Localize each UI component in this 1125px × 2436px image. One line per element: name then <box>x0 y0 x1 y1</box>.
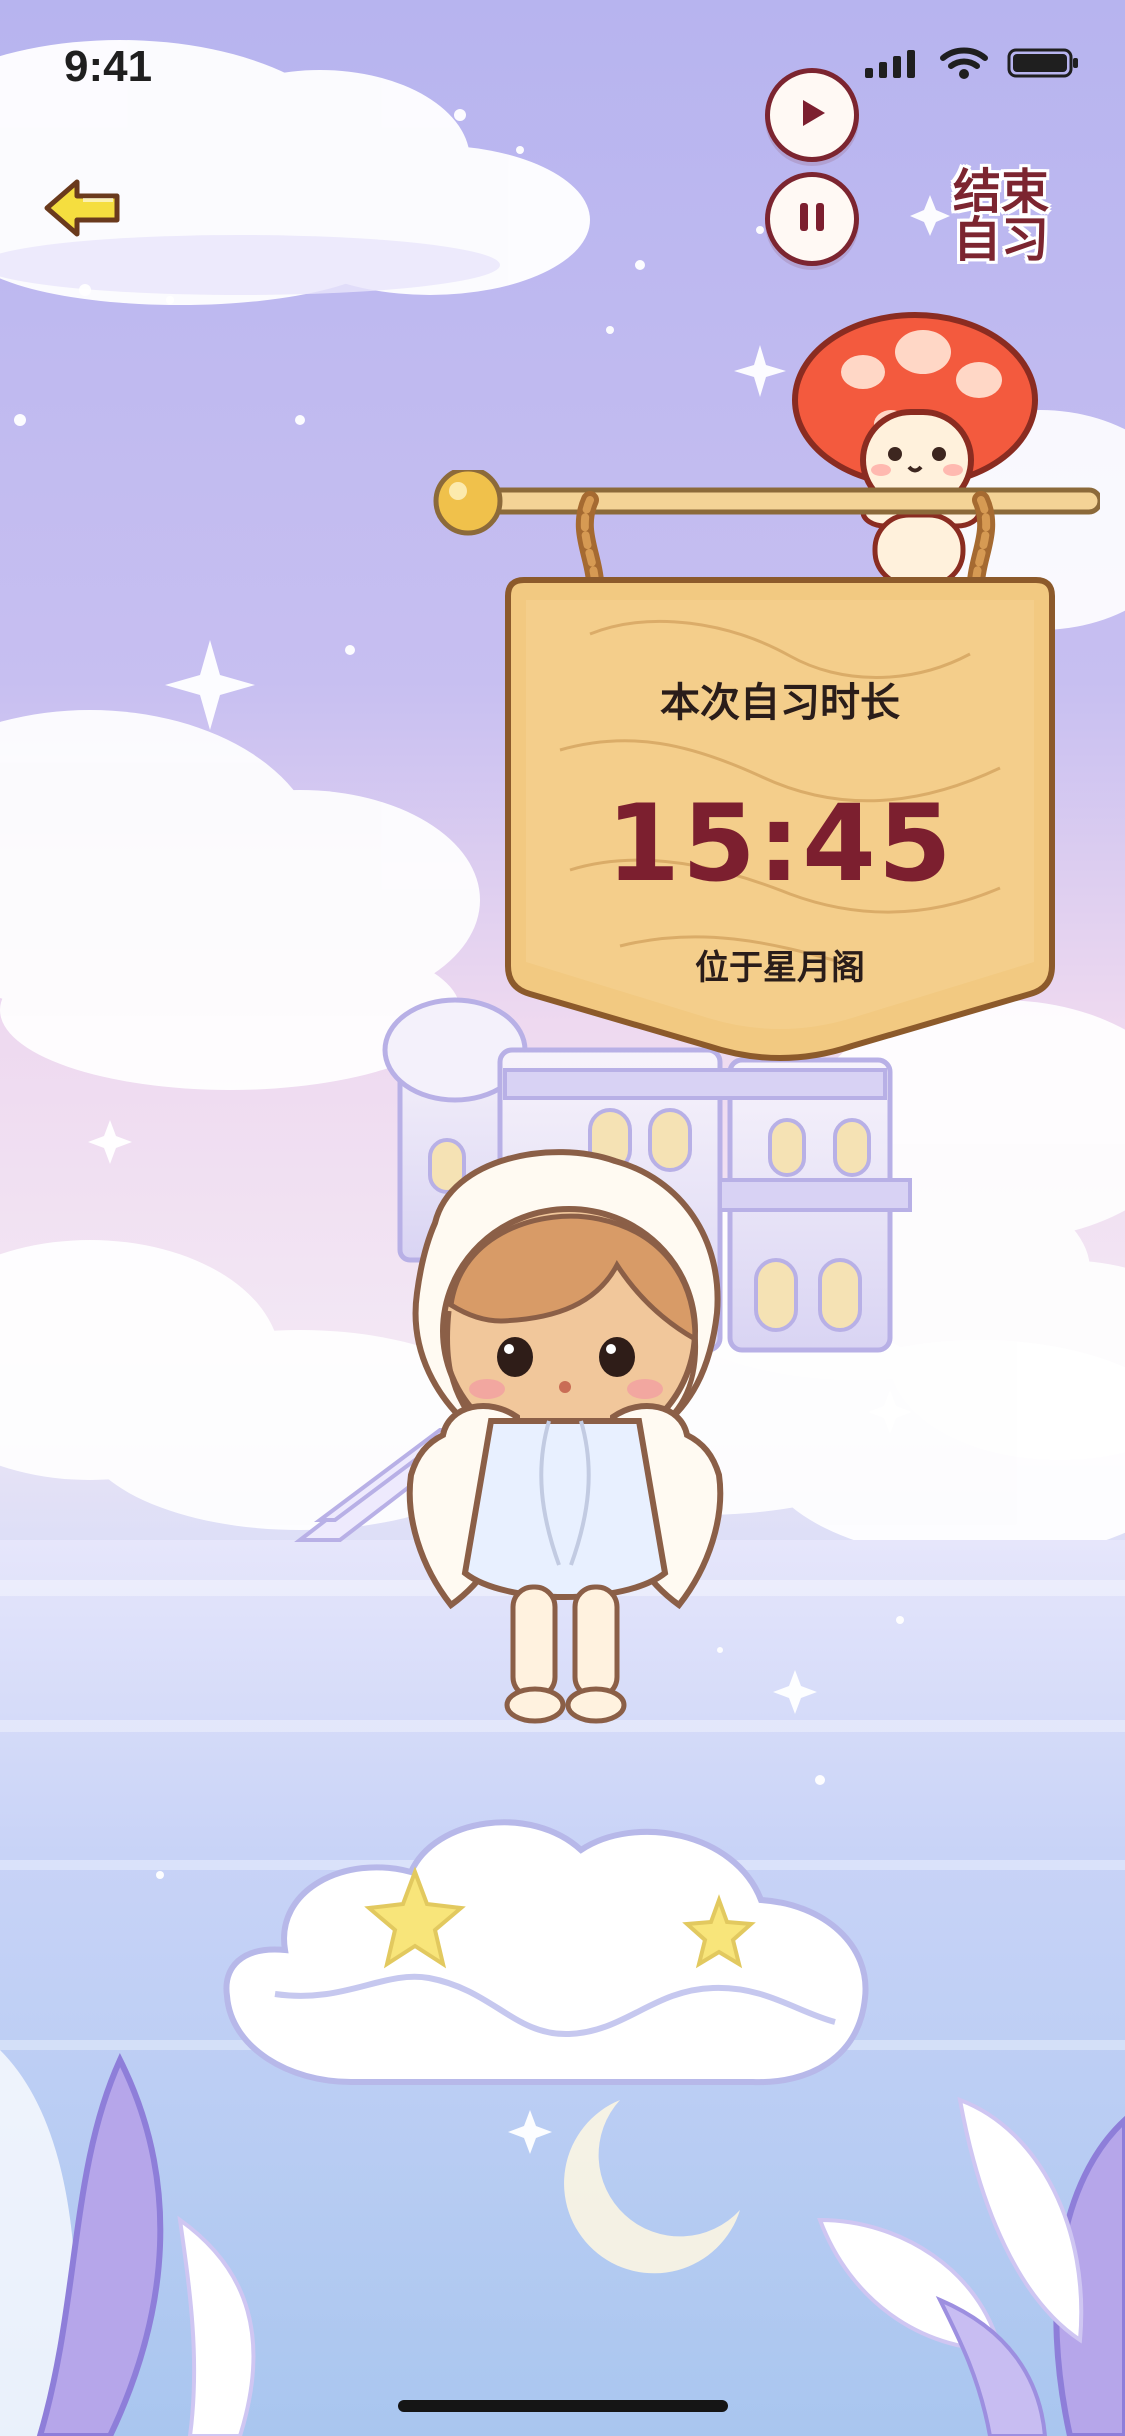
study-duration-title: 本次自习时长 <box>660 680 900 726</box>
back-arrow-icon <box>43 176 127 244</box>
end-study-label-line1: 结束 <box>952 164 1049 220</box>
study-timer: 15:45 <box>606 782 954 905</box>
status-time: 9:41 <box>64 42 153 91</box>
battery-icon <box>1007 46 1081 84</box>
end-study-button[interactable]: 结束 自习 <box>941 160 1061 272</box>
status-icons <box>865 46 1081 84</box>
status-bar: 9:41 <box>0 0 1125 120</box>
end-study-label-line2: 自习 <box>952 212 1049 268</box>
back-button[interactable] <box>40 175 130 245</box>
study-location: 位于星月阁 <box>695 948 865 988</box>
wifi-icon <box>939 46 989 84</box>
play-icon <box>793 94 831 136</box>
character-illustration <box>365 1135 765 1755</box>
pause-button[interactable] <box>765 172 859 266</box>
play-button[interactable] <box>765 68 859 162</box>
hanging-sign: 本次自习时长 15:45 位于星月阁 <box>430 470 1100 1090</box>
cloud-platform <box>205 1780 885 2100</box>
cellular-signal-icon <box>865 48 921 82</box>
home-indicator[interactable] <box>398 2400 728 2412</box>
pause-icon <box>792 197 832 241</box>
